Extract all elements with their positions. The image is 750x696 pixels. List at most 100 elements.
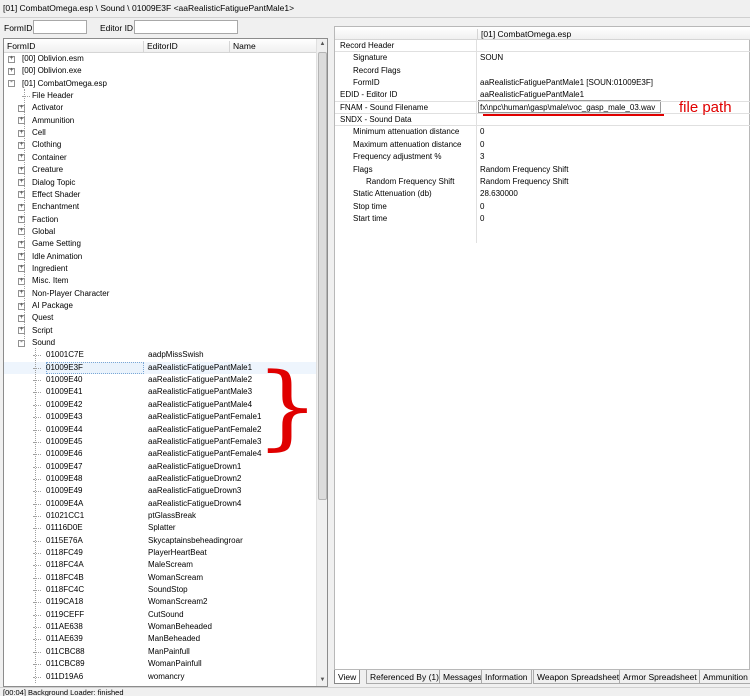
formid-label: 011CBC89 bbox=[46, 659, 85, 669]
formid-filter-input[interactable] bbox=[33, 20, 87, 34]
property-row[interactable]: Random Frequency Shift Random Frequency S… bbox=[335, 176, 750, 188]
sound-record-row[interactable]: 01009E49 aaRealisticFatigueDrown3 bbox=[4, 485, 317, 497]
tree-node[interactable]: + Effect Shader bbox=[4, 189, 317, 201]
tab-weapon-spreadsheet[interactable]: Weapon Spreadsheet bbox=[533, 670, 624, 684]
property-row[interactable]: Minimum attenuation distance 0 bbox=[335, 126, 750, 138]
tab-referenced-by-1[interactable]: Referenced By (1) bbox=[366, 670, 443, 684]
formid-label: 01009E45 bbox=[46, 436, 83, 446]
tree-node[interactable]: + Script bbox=[4, 325, 317, 337]
tree-node[interactable]: - [01] CombatOmega.esp bbox=[4, 78, 317, 90]
tree-node[interactable]: - Sound bbox=[4, 337, 317, 349]
scroll-down-icon[interactable]: ▼ bbox=[317, 675, 328, 686]
property-row[interactable]: Maximum attenuation distance 0 bbox=[335, 139, 750, 151]
sound-record-row[interactable]: 01116D0E Splatter bbox=[4, 522, 317, 534]
sound-record-row[interactable]: 011AE638 WomanBeheaded bbox=[4, 621, 317, 633]
expand-icon[interactable]: + bbox=[8, 67, 15, 75]
sound-record-row[interactable]: 0119CEFF CutSound bbox=[4, 609, 317, 621]
property-value[interactable]: fx\npc\human\gasp\male\voc_gasp_male_03.… bbox=[480, 102, 655, 114]
tree-node[interactable]: + Idle Animation bbox=[4, 251, 317, 263]
property-row[interactable]: Flags Random Frequency Shift bbox=[335, 164, 750, 176]
property-row[interactable]: Signature SOUN bbox=[335, 52, 750, 64]
sound-record-row[interactable]: 011D19A6 womancry bbox=[4, 671, 317, 683]
tree-node-label: File Header bbox=[32, 91, 74, 101]
tree-column-header: FormID EditorID Name bbox=[4, 39, 317, 53]
sound-record-row[interactable]: 0118FC49 PlayerHeartBeat bbox=[4, 547, 317, 559]
property-row[interactable]: Start time 0 bbox=[335, 213, 750, 225]
editorid-label: CutSound bbox=[148, 609, 184, 619]
property-value[interactable]: 0 bbox=[480, 139, 484, 151]
sound-record-row[interactable]: 0119CA18 WomanScream2 bbox=[4, 596, 317, 608]
tree-node[interactable]: + Ingredient bbox=[4, 263, 317, 275]
tab-view[interactable]: View bbox=[334, 670, 361, 684]
sound-record-row[interactable]: 01009E4A aaRealisticFatigueDrown4 bbox=[4, 498, 317, 510]
property-value[interactable]: 0 bbox=[480, 213, 484, 225]
property-row[interactable]: Record Header bbox=[335, 40, 750, 53]
tab-messages[interactable]: Messages bbox=[439, 670, 486, 684]
tree-node[interactable]: + Cell bbox=[4, 127, 317, 139]
property-value[interactable]: aaRealisticFatiguePantMale1 bbox=[480, 89, 584, 101]
property-value[interactable]: aaRealisticFatiguePantMale1 [SOUN:01009E… bbox=[480, 77, 653, 89]
property-value[interactable]: Random Frequency Shift bbox=[480, 176, 569, 188]
property-row[interactable]: Record Flags bbox=[335, 65, 750, 77]
sound-record-row[interactable]: 011CBC89 WomanPainfull bbox=[4, 658, 317, 670]
property-value[interactable]: Random Frequency Shift bbox=[480, 164, 569, 176]
property-value[interactable]: 0 bbox=[480, 126, 484, 138]
tree-node[interactable]: + Game Setting bbox=[4, 238, 317, 250]
tree-node-label: Activator bbox=[32, 103, 64, 113]
tree-node[interactable]: + [00] Oblivion.esm bbox=[4, 53, 317, 65]
tree-node[interactable]: + Faction bbox=[4, 214, 317, 226]
sound-record-row[interactable]: 01009E48 aaRealisticFatigueDrown2 bbox=[4, 473, 317, 485]
column-name[interactable]: Name bbox=[230, 41, 317, 53]
editorid-label: MaleScream bbox=[148, 560, 193, 570]
sound-record-row[interactable]: 0118FC4C SoundStop bbox=[4, 584, 317, 596]
sound-record-row[interactable]: 0118FC4A MaleScream bbox=[4, 559, 317, 571]
property-key: Record Flags bbox=[353, 65, 401, 75]
sound-record-row[interactable]: 011AE639 ManBeheaded bbox=[4, 633, 317, 645]
property-row[interactable]: Frequency adjustment % 3 bbox=[335, 151, 750, 163]
sound-record-row[interactable]: 011CBC88 ManPainfull bbox=[4, 646, 317, 658]
column-editorid[interactable]: EditorID bbox=[144, 41, 230, 53]
tree-node[interactable]: + Non-Player Character bbox=[4, 288, 317, 300]
tab-information[interactable]: Information bbox=[481, 670, 532, 684]
tree-node[interactable]: + Ammunition bbox=[4, 115, 317, 127]
sound-record-row[interactable]: 0118FC4B WomanScream bbox=[4, 572, 317, 584]
tree-node[interactable]: + Clothing bbox=[4, 139, 317, 151]
property-value[interactable]: SOUN bbox=[480, 52, 503, 64]
column-formid[interactable]: FormID bbox=[4, 41, 144, 53]
property-row[interactable]: Stop time 0 bbox=[335, 201, 750, 213]
tab-ammunition-s[interactable]: Ammunition S bbox=[699, 670, 750, 684]
tab-armor-spreadsheet[interactable]: Armor Spreadsheet bbox=[619, 670, 701, 684]
scroll-up-icon[interactable]: ▲ bbox=[317, 39, 328, 50]
tree-node[interactable]: + Dialog Topic bbox=[4, 177, 317, 189]
tree-node[interactable]: + Creature bbox=[4, 164, 317, 176]
tree-node[interactable]: + [00] Oblivion.exe bbox=[4, 65, 317, 77]
tree-node[interactable]: + Misc. Item bbox=[4, 275, 317, 287]
formid-label: 01009E48 bbox=[46, 473, 83, 483]
tree-node[interactable]: + Container bbox=[4, 152, 317, 164]
expand-icon[interactable]: + bbox=[8, 55, 15, 63]
property-value[interactable]: 28.630000 bbox=[480, 188, 518, 200]
tree-node[interactable]: + Global bbox=[4, 226, 317, 238]
collapse-icon[interactable]: - bbox=[8, 80, 15, 88]
tree-node-label: Container bbox=[32, 152, 67, 162]
tree-guide-line bbox=[35, 348, 36, 683]
tree-node-label: Ingredient bbox=[32, 263, 68, 273]
property-value[interactable]: 3 bbox=[480, 151, 484, 163]
sound-record-row[interactable]: 01009E47 aaRealisticFatigueDrown1 bbox=[4, 461, 317, 473]
property-value[interactable]: 0 bbox=[480, 201, 484, 213]
tree-node[interactable]: + Quest bbox=[4, 312, 317, 324]
formid-label: 01009E49 bbox=[46, 486, 83, 496]
tree-node-label: [00] Oblivion.esm bbox=[22, 54, 84, 63]
editorid-label: aaRealisticFatigueDrown1 bbox=[148, 461, 242, 471]
tree-node[interactable]: + Activator bbox=[4, 102, 317, 114]
sound-record-row[interactable]: 01021CC1 ptGlassBreak bbox=[4, 510, 317, 522]
tree-node[interactable]: + AI Package bbox=[4, 300, 317, 312]
sound-record-row[interactable]: 0115E76A Skycaptainsbeheadingroar bbox=[4, 535, 317, 547]
editorid-filter-input[interactable] bbox=[134, 20, 238, 34]
property-row[interactable]: FormID aaRealisticFatiguePantMale1 [SOUN:… bbox=[335, 77, 750, 89]
tree-node-label: Cell bbox=[32, 128, 46, 138]
property-row[interactable]: Static Attenuation (db) 28.630000 bbox=[335, 188, 750, 200]
property-key: FormID bbox=[353, 78, 380, 88]
tree-node[interactable]: File Header bbox=[4, 90, 317, 102]
tree-node[interactable]: + Enchantment bbox=[4, 201, 317, 213]
